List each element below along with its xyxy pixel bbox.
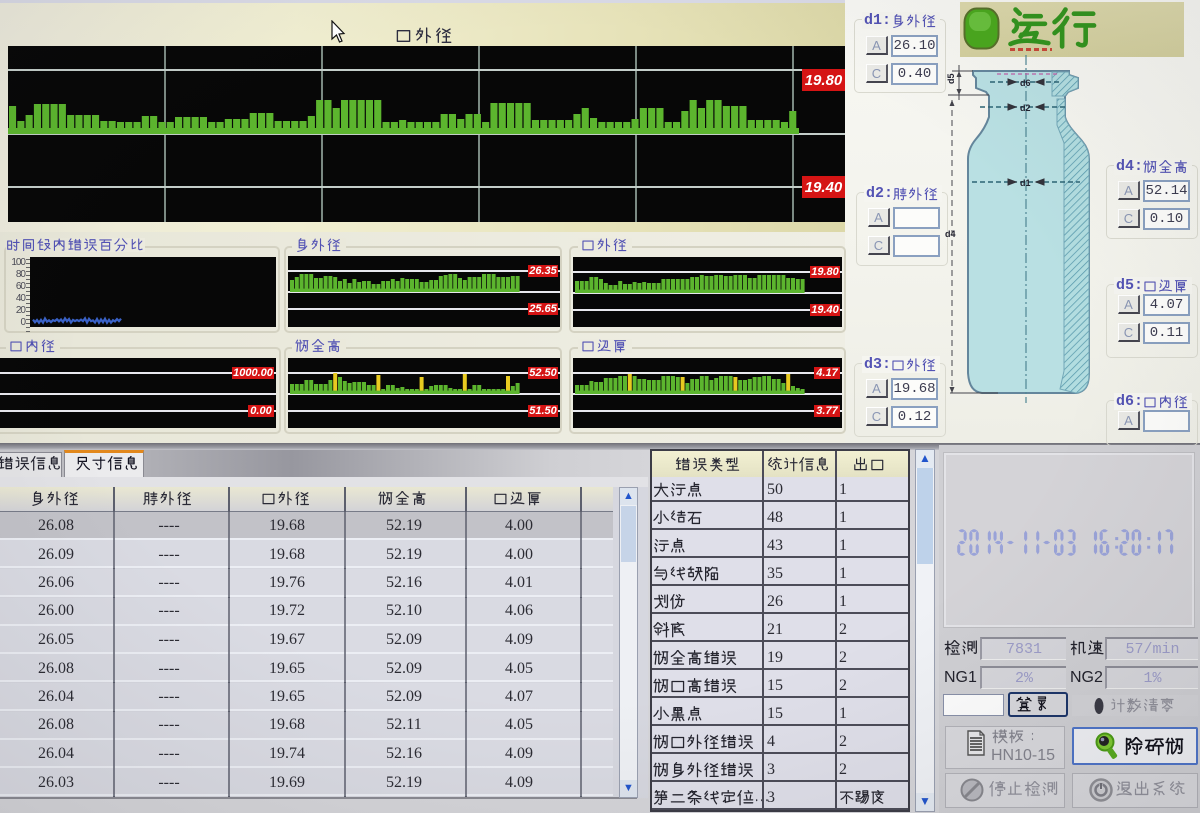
svg-text:d5: d5: [946, 73, 956, 84]
svg-text:d1: d1: [1020, 178, 1031, 188]
svg-text:d2: d2: [1020, 103, 1031, 113]
svg-text:d6: d6: [1020, 78, 1031, 88]
svg-text:d4: d4: [945, 229, 956, 239]
